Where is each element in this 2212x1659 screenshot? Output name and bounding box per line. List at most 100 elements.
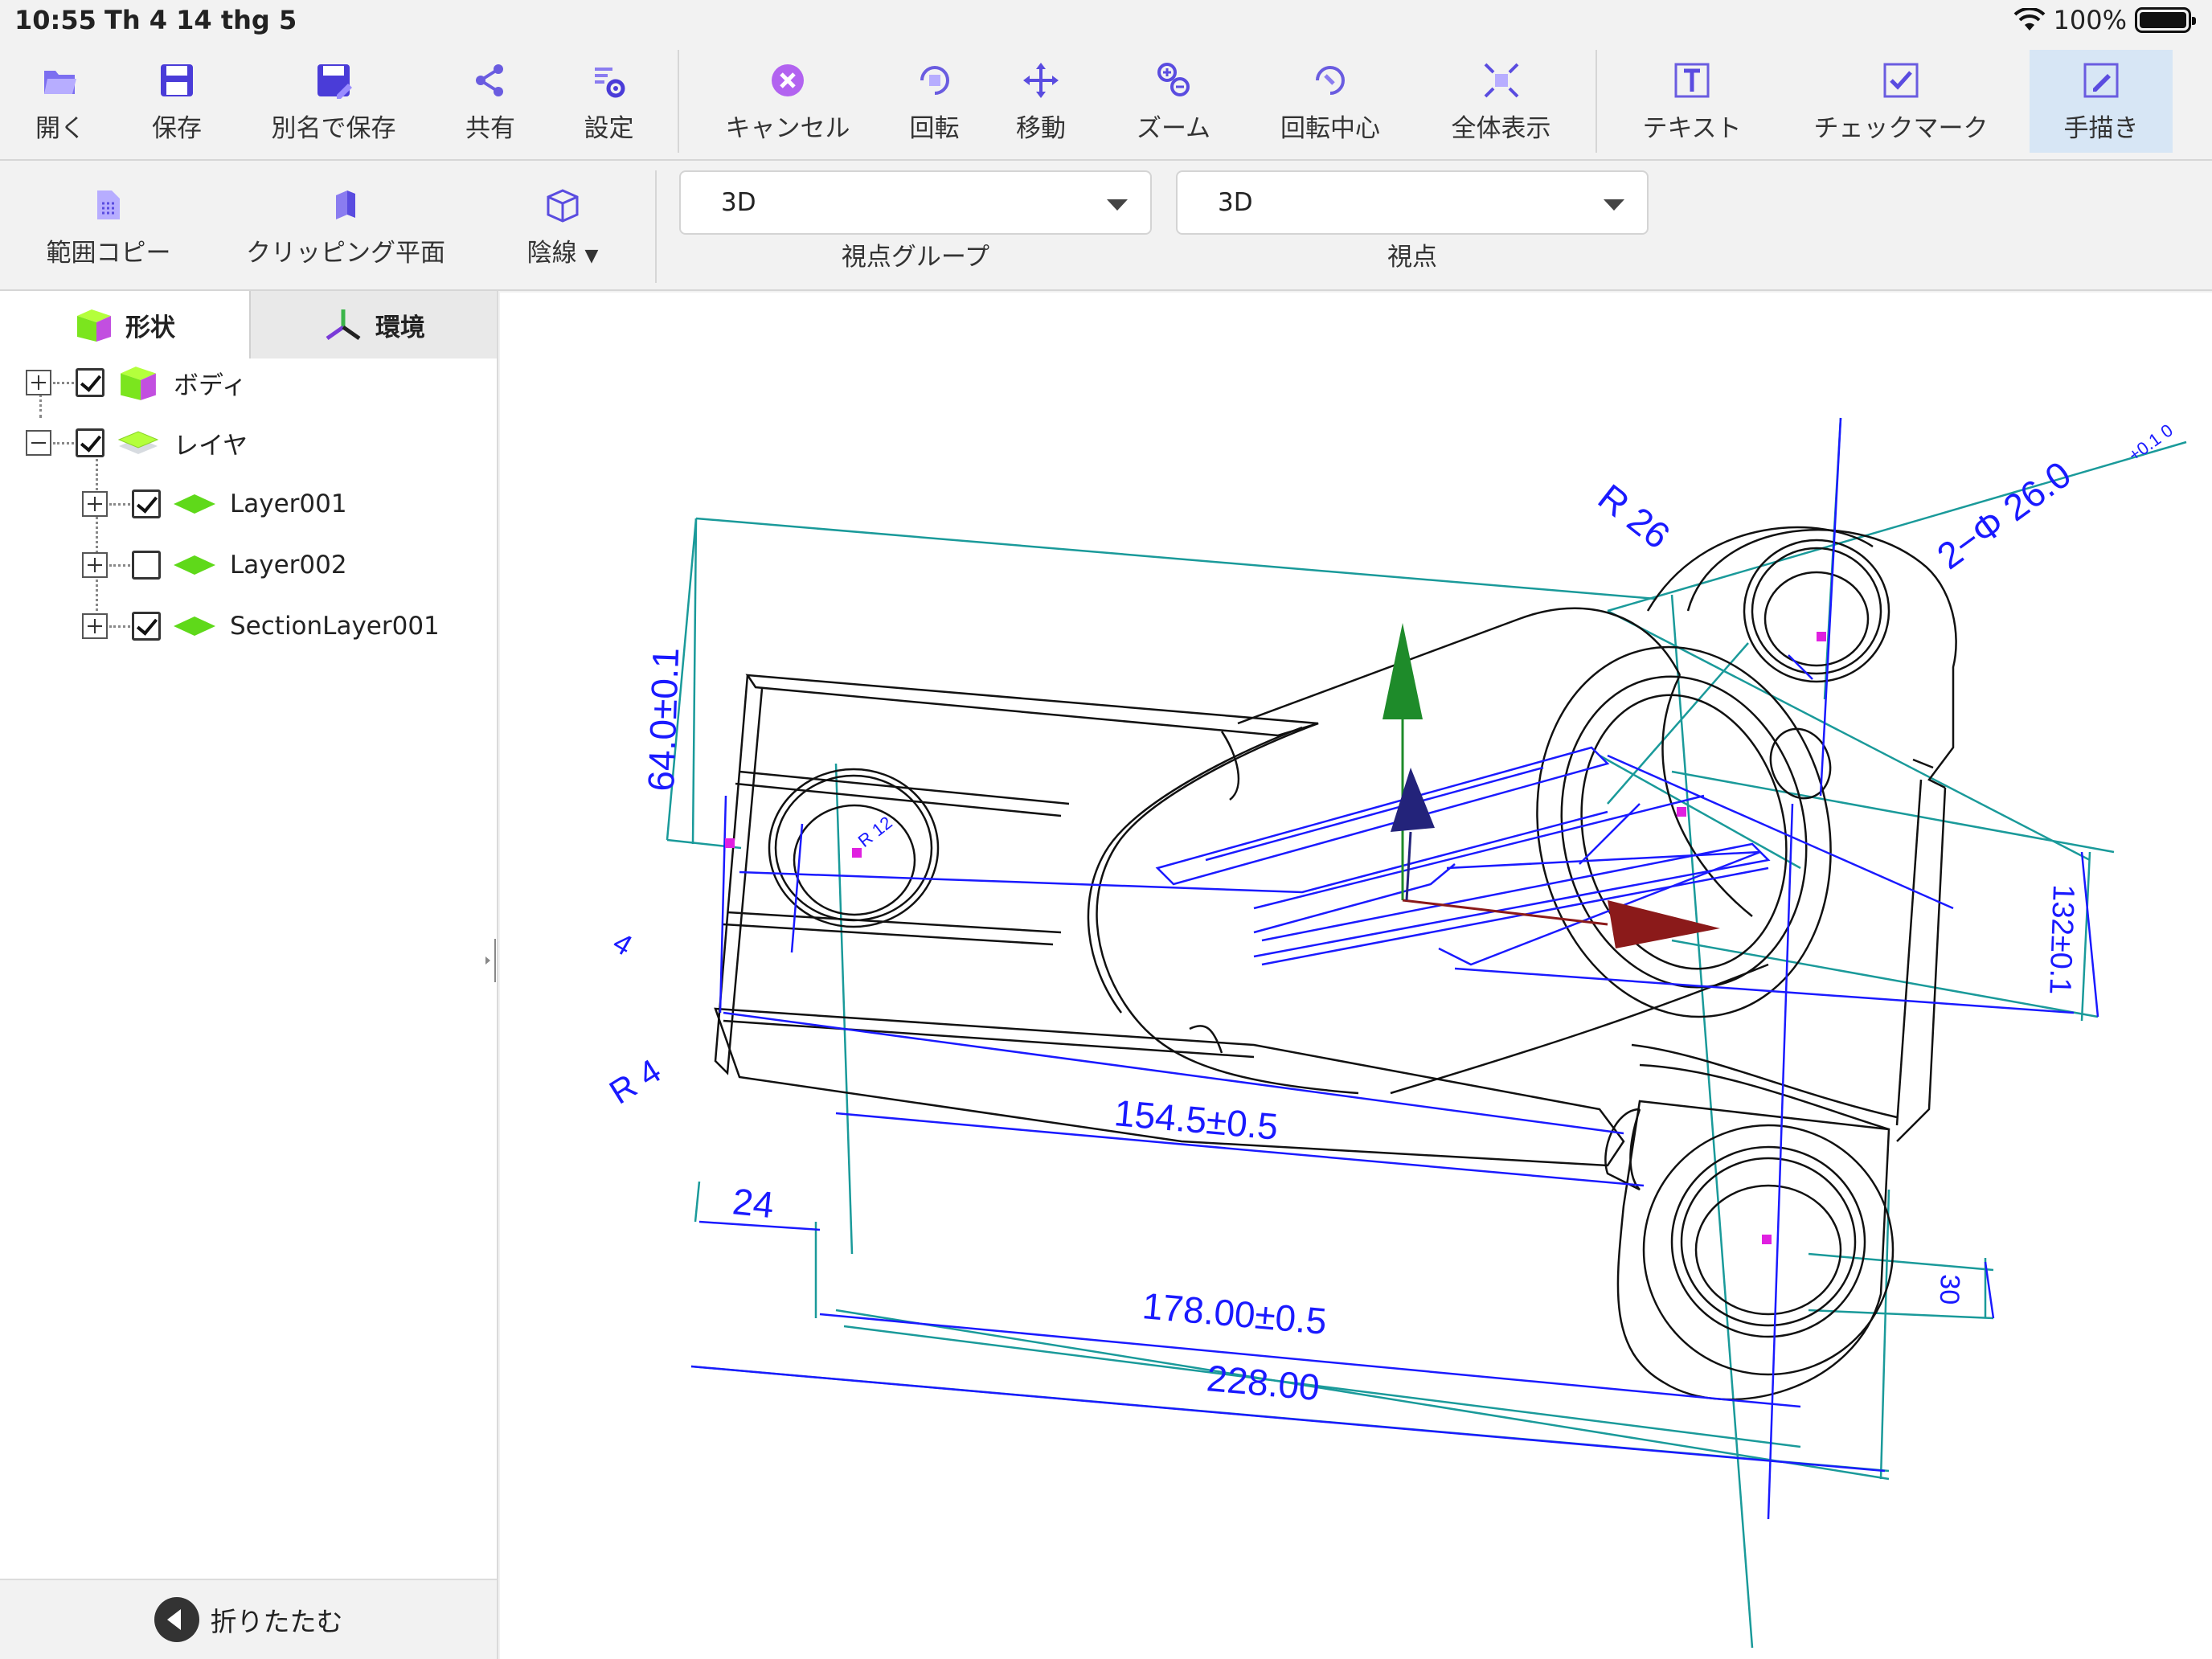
battery-icon [2135, 7, 2196, 33]
layer-icon [174, 616, 215, 636]
save-button[interactable]: 保存 [125, 42, 229, 161]
view-group-select[interactable]: 3D [679, 170, 1152, 235]
dim-154: 154.5±0.5 [1112, 1092, 1280, 1148]
cad-drawing: 64.0±0.1 R 26 2−Φ 26.0 +0.1 0 154.5±0.5 … [603, 417, 2187, 1649]
dimension-labels: 64.0±0.1 R 26 2−Φ 26.0 +0.1 0 154.5±0.5 … [603, 420, 2177, 1409]
viewpoint-select[interactable]: 3D [1176, 170, 1649, 235]
freehand-button[interactable]: 手描き [2030, 50, 2173, 153]
3d-viewport[interactable]: 64.0±0.1 R 26 2−Φ 26.0 +0.1 0 154.5±0.5 … [500, 293, 2212, 1659]
layer-icon [174, 494, 215, 514]
open-label: 開く [35, 113, 85, 143]
rotation-center-label: 回転中心 [1280, 113, 1380, 143]
save-as-icon [317, 63, 352, 99]
dimension-lines [690, 654, 2099, 1473]
expand-toggle[interactable] [82, 491, 108, 517]
tree-node-section-layer001[interactable]: SectionLayer001 [82, 602, 440, 650]
dim-phi26: 2−Φ 26.0 [1929, 453, 2078, 577]
fit-all-button[interactable]: 全体表示 [1423, 42, 1579, 161]
zoom-button[interactable]: ズーム [1113, 42, 1234, 161]
layer001-visibility-checkbox[interactable] [132, 490, 161, 518]
share-icon [476, 63, 503, 96]
collapse-left-icon [154, 1597, 199, 1642]
tab-shape[interactable]: 形状 [0, 291, 249, 358]
checkmark-icon [1883, 63, 1919, 97]
layer002-visibility-checkbox[interactable] [132, 551, 161, 580]
collapse-panel-button[interactable]: 折りたたむ [0, 1579, 497, 1659]
status-date: Th 4 14 thg 5 [104, 5, 297, 35]
dim-64: 64.0±0.1 [640, 647, 686, 792]
zoom-label: ズーム [1136, 113, 1211, 143]
toolbar-separator [1596, 50, 1597, 153]
move-button[interactable]: 移動 [989, 42, 1093, 161]
save-as-button[interactable]: 別名で保存 [257, 42, 410, 161]
hidden-line-dropdown[interactable]: 陰線 ▼ [494, 161, 631, 291]
tree-node-label: SectionLayer001 [230, 612, 440, 641]
xyz-gizmo [1382, 623, 1720, 948]
dim-r4: R 4 [603, 1051, 667, 1111]
layer-visibility-checkbox[interactable] [76, 428, 104, 457]
cancel-label: キャンセル [725, 113, 850, 143]
text-button[interactable]: テキスト [1624, 42, 1760, 161]
status-time: 10:55 [14, 5, 96, 35]
share-label: 共有 [465, 113, 515, 143]
hidden-line-cube-icon [547, 188, 579, 223]
open-button[interactable]: 開く [8, 42, 113, 161]
freehand-icon [2083, 63, 2119, 97]
clipping-plane-label: クリッピング平面 [246, 238, 445, 268]
collapse-toggle[interactable] [26, 430, 51, 456]
fit-all-label: 全体表示 [1451, 113, 1551, 143]
rotate-label: 回転 [909, 113, 960, 143]
settings-button[interactable]: 設定 [555, 42, 663, 161]
text-icon [1674, 63, 1710, 97]
dim-178: 178.00±0.5 [1141, 1284, 1329, 1342]
share-button[interactable]: 共有 [438, 42, 543, 161]
expand-toggle[interactable] [26, 370, 51, 395]
chevron-down-icon: ▼ [584, 245, 599, 266]
tree-node-label: ボディ [174, 371, 247, 400]
rotate-button[interactable]: 回転 [884, 42, 985, 161]
open-folder-icon [44, 70, 76, 94]
expand-toggle[interactable] [82, 613, 108, 639]
rotation-center-button[interactable]: 回転中心 [1262, 42, 1399, 161]
battery-percent: 100% [2053, 5, 2127, 35]
tree-node-label: レイヤ [174, 431, 248, 461]
settings-icon [594, 67, 625, 97]
chevron-down-icon [1107, 199, 1128, 211]
hidden-line-label: 陰線 ▼ [526, 238, 599, 268]
collapse-label: 折りたたむ [210, 1606, 343, 1637]
text-label: テキスト [1642, 113, 1742, 143]
tree-node-layer001[interactable]: Layer001 [82, 480, 347, 528]
tab-environment[interactable]: 環境 [249, 291, 497, 358]
tab-environment-label: 環境 [375, 313, 425, 342]
wifi-icon [2013, 8, 2045, 31]
freehand-label: 手描き [2063, 113, 2139, 143]
tree-node-layer[interactable]: レイヤ [26, 419, 248, 467]
chevron-down-icon [1604, 199, 1624, 211]
range-copy-icon [97, 190, 120, 219]
viewpoint-caption: 視点 [1387, 243, 1437, 272]
clipping-plane-button[interactable]: クリッピング平面 [225, 161, 466, 291]
cancel-icon [772, 63, 804, 96]
secondary-toolbar: 範囲コピー クリッピング平面 陰線 ▼ 3D 視点グループ 3D 視点 [0, 161, 2212, 291]
save-icon [161, 63, 193, 96]
tree-node-label: Layer001 [230, 490, 347, 518]
toolbar-separator [678, 50, 679, 153]
rotation-center-icon [1316, 65, 1345, 95]
range-copy-button[interactable]: 範囲コピー [24, 161, 193, 291]
expand-toggle[interactable] [82, 552, 108, 578]
layer-icon [174, 555, 215, 575]
tree-node-layer002[interactable]: Layer002 [82, 541, 347, 589]
dim-r26: R 26 [1591, 476, 1678, 557]
cancel-button[interactable]: キャンセル [707, 42, 868, 161]
save-label: 保存 [152, 113, 202, 143]
rotate-icon [920, 65, 949, 95]
body-visibility-checkbox[interactable] [76, 368, 104, 397]
tree-node-body[interactable]: ボディ [26, 358, 247, 407]
dim-24: 24 [731, 1180, 776, 1226]
dim-tol: +0.1 0 [2124, 420, 2177, 466]
main-toolbar: 開く 保存 別名で保存 共有 設定 キャンセル 回転 移動 ズーム 回転中心 全… [0, 42, 2212, 161]
range-copy-label: 範囲コピー [46, 238, 171, 268]
zoom-icon [1157, 62, 1190, 96]
section-layer001-visibility-checkbox[interactable] [132, 612, 161, 641]
checkmark-button[interactable]: チェックマーク [1792, 42, 2009, 161]
